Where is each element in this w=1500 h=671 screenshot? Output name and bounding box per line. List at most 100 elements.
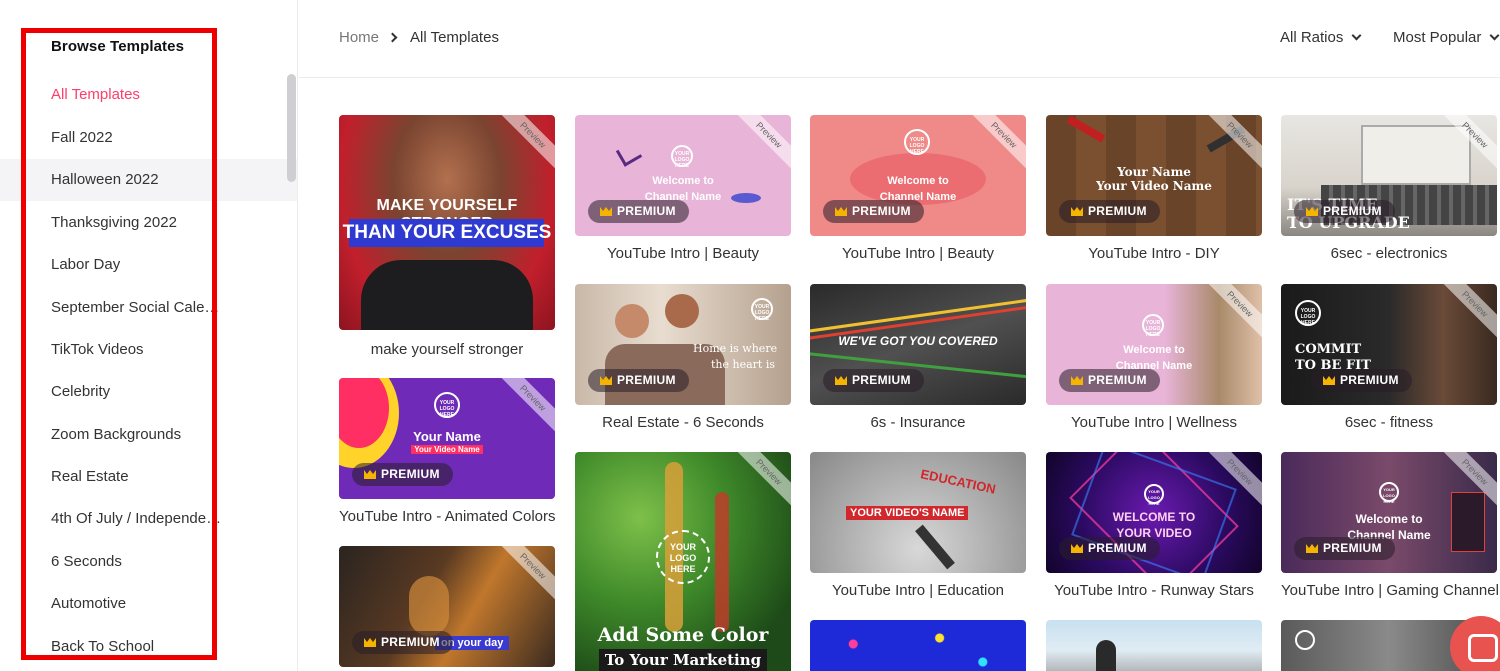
preview-ribbon: Preview — [1200, 284, 1262, 344]
preview-ribbon: Preview — [729, 115, 791, 175]
logo-placeholder: YOUR LOGO HERE — [656, 530, 710, 584]
sidebar-item-automotive[interactable]: Automotive — [0, 583, 297, 625]
template-card-fitness[interactable]: YOUR LOGO HERE COMMIT TO BE FIT Preview … — [1281, 284, 1497, 431]
template-card-real-estate[interactable]: YOUR LOGO HERE Home is where the heart i… — [575, 284, 791, 431]
sidebar-item-label: Labor Day — [51, 256, 121, 273]
logo-placeholder: YOUR LOGO HERE — [1144, 484, 1164, 506]
template-card-beauty-1[interactable]: YOUR LOGO HERE Welcome to Channel Name P… — [575, 115, 791, 262]
premium-badge-label: PREMIUM — [1088, 204, 1147, 218]
template-card-confetti[interactable] — [810, 620, 1026, 671]
premium-badge: PREMIUM — [823, 369, 924, 392]
crown-icon — [600, 376, 612, 385]
crown-icon — [364, 638, 376, 647]
sidebar-item-tiktok-videos[interactable]: TikTok Videos — [0, 329, 297, 371]
sidebar-item-fall-2022[interactable]: Fall 2022 — [0, 117, 297, 159]
chevron-right-icon — [387, 32, 398, 43]
template-card-electronics[interactable]: IT'S TIME TO UPGRADE Preview PREMIUM 6se… — [1281, 115, 1497, 262]
template-thumbnail: Preview on your day PREMIUM — [339, 546, 555, 667]
sidebar-item-label: Real Estate — [51, 468, 129, 485]
sidebar-title: Browse Templates — [51, 38, 185, 55]
crown-icon — [364, 470, 376, 479]
crown-icon — [1306, 207, 1318, 216]
sidebar-item-label: Automotive — [51, 595, 127, 612]
template-thumbnail — [1046, 620, 1262, 671]
template-thumbnail: YOUR LOGO HERE Your Name Your Video Name… — [339, 378, 555, 499]
crown-icon — [835, 376, 847, 385]
sidebar-scrollbar[interactable] — [287, 74, 296, 182]
thumb-line2: the heart is — [711, 358, 776, 371]
template-label: Real Estate - 6 Seconds — [602, 414, 764, 431]
chevron-down-icon — [1351, 30, 1362, 40]
sidebar-item-real-estate[interactable]: Real Estate — [0, 456, 297, 498]
header: Home All Templates All Ratios Most Popul… — [299, 0, 1500, 78]
template-thumbnail: WE'VE GOT YOU COVERED PREMIUM — [810, 284, 1026, 405]
premium-badge: PREMIUM — [1311, 369, 1412, 392]
template-label: YouTube Intro | Beauty — [606, 245, 760, 262]
crown-icon — [1071, 207, 1083, 216]
sidebar-item-label: Zoom Backgrounds — [51, 426, 182, 443]
sidebar-item-label: Halloween 2022 — [51, 171, 159, 188]
chevron-down-icon — [1489, 30, 1500, 40]
sort-dropdown[interactable]: Most Popular — [1393, 29, 1500, 46]
template-label: 6sec - electronics — [1330, 245, 1448, 262]
sidebar-item-zoom-backgrounds[interactable]: Zoom Backgrounds — [0, 414, 297, 456]
thumb-line1: Welcome to — [652, 175, 714, 187]
sidebar-item-halloween-2022[interactable]: Halloween 2022 — [0, 159, 297, 201]
template-thumbnail: EDUCATION YOUR VIDEO'S NAME — [810, 452, 1026, 573]
sidebar-item-label: 6 Seconds — [51, 553, 122, 570]
template-card-cyclist[interactable] — [1046, 620, 1262, 671]
sidebar-item-all-templates[interactable]: All Templates — [0, 74, 297, 116]
thumb-line2: THAN YOUR EXCUSES — [342, 222, 552, 243]
template-label: YouTube Intro - DIY — [1088, 245, 1220, 262]
premium-badge-label: PREMIUM — [617, 373, 676, 387]
ratio-dropdown[interactable]: All Ratios — [1280, 29, 1362, 46]
sidebar-item-september-social-calendar[interactable]: September Social Calendar — [0, 287, 297, 329]
template-thumbnail: YOUR LOGO HERE Welcome to Channel Name P… — [1281, 452, 1497, 573]
sidebar-item-6-seconds[interactable]: 6 Seconds — [0, 541, 297, 583]
premium-badge: PREMIUM — [352, 631, 453, 654]
breadcrumb-current: All Templates — [410, 29, 499, 46]
thumb-line1: Your Name — [413, 429, 481, 444]
thumb-line1: COMMIT — [1295, 342, 1362, 357]
sidebar-item-labor-day[interactable]: Labor Day — [0, 244, 297, 286]
sidebar-item-label: Thanksgiving 2022 — [51, 214, 177, 231]
template-card-make-yourself-stronger[interactable]: Preview MAKE YOURSELF STRONGER THAN YOUR… — [339, 115, 555, 358]
crown-icon — [1071, 544, 1083, 553]
template-thumbnail: IT'S TIME TO UPGRADE Preview PREMIUM — [1281, 115, 1497, 236]
premium-badge-label: PREMIUM — [1323, 541, 1382, 555]
sidebar-item-celebrity[interactable]: Celebrity — [0, 371, 297, 413]
template-thumbnail: Preview MAKE YOURSELF STRONGER THAN YOUR… — [339, 115, 555, 330]
thumb-line1: Welcome to — [1355, 512, 1423, 526]
template-thumbnail — [810, 620, 1026, 671]
premium-badge: PREMIUM — [1059, 200, 1160, 223]
thumb-line1: Welcome to — [1123, 344, 1185, 356]
template-label: YouTube Intro | Beauty — [841, 245, 995, 262]
template-card-education[interactable]: EDUCATION YOUR VIDEO'S NAME YouTube Intr… — [810, 452, 1026, 599]
sidebar-item-thanksgiving-2022[interactable]: Thanksgiving 2022 — [0, 202, 297, 244]
preview-ribbon: Preview — [729, 452, 791, 512]
sidebar-item-back-to-school[interactable]: Back To School — [0, 626, 297, 668]
template-card-insurance[interactable]: WE'VE GOT YOU COVERED PREMIUM 6s - Insur… — [810, 284, 1026, 431]
sidebar-item-label: September Social Calendar — [51, 299, 227, 316]
template-thumbnail: YOUR LOGO HERE WELCOME TO YOUR VIDEO Pre… — [1046, 452, 1262, 573]
template-card-beauty-2[interactable]: YOUR LOGO HERE Welcome to Channel Name P… — [810, 115, 1026, 262]
sidebar-item-independence-day[interactable]: 4th Of July / Independence Day — [0, 498, 297, 540]
crown-icon — [600, 207, 612, 216]
template-card-runway-stars[interactable]: YOUR LOGO HERE WELCOME TO YOUR VIDEO Pre… — [1046, 452, 1262, 599]
template-thumbnail: Your Name Your Video Name Preview PREMIU… — [1046, 115, 1262, 236]
preview-ribbon: Preview — [493, 115, 555, 175]
template-card-gaming-channel[interactable]: YOUR LOGO HERE Welcome to Channel Name P… — [1281, 452, 1499, 599]
thumb-line1: WE'VE GOT YOU COVERED — [838, 334, 998, 348]
template-card-animated-colors[interactable]: YOUR LOGO HERE Your Name Your Video Name… — [339, 378, 556, 525]
preview-ribbon: Preview — [1435, 284, 1497, 344]
template-card-diy[interactable]: Your Name Your Video Name Preview PREMIU… — [1046, 115, 1262, 262]
thumb-line2: YOUR VIDEO'S NAME — [846, 506, 969, 520]
template-card-add-some-color[interactable]: Preview YOUR LOGO HERE Add Some Color To… — [575, 452, 791, 671]
template-card-wellness[interactable]: YOUR LOGO HERE Welcome to Channel Name P… — [1046, 284, 1262, 431]
premium-badge-label: PREMIUM — [1340, 373, 1399, 387]
premium-badge: PREMIUM — [1059, 537, 1160, 560]
template-card-workout[interactable]: Preview on your day PREMIUM — [339, 546, 555, 667]
breadcrumb-home[interactable]: Home — [339, 29, 379, 46]
premium-badge-label: PREMIUM — [852, 373, 911, 387]
premium-badge: PREMIUM — [1294, 200, 1395, 223]
